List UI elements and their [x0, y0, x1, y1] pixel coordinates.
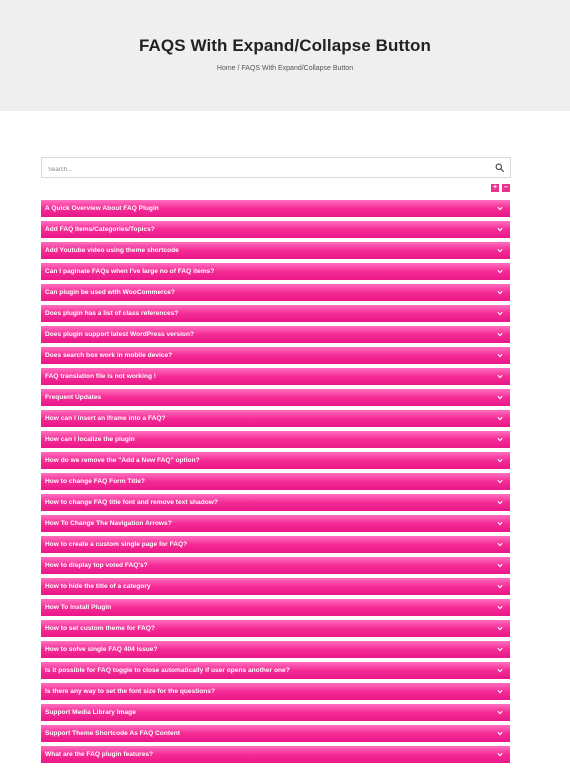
faq-question: Is there any way to set the font size fo… [45, 688, 216, 695]
faq-item[interactable]: Is there any way to set the font size fo… [41, 683, 510, 700]
faq-item[interactable]: Add FAQ Items/Categories/Topics? [41, 221, 510, 238]
chevron-down-icon [497, 290, 503, 295]
faq-question: How To Install Plugin [45, 604, 112, 611]
faq-question: How to set custom theme for FAQ? [45, 625, 155, 632]
faq-item[interactable]: Can I paginate FAQs when I've large no o… [41, 263, 510, 280]
faq-item[interactable]: Does plugin has a list of class referenc… [41, 305, 510, 322]
faq-question: How to change FAQ title font and remove … [45, 499, 218, 506]
faq-question: How can I localize the plugin [45, 436, 135, 443]
chevron-down-icon [497, 710, 503, 715]
chevron-down-icon [497, 521, 503, 526]
faq-question: Frequent Updates [45, 394, 102, 401]
faq-item[interactable]: FAQ translation file is not working ! [41, 368, 510, 385]
faq-item[interactable]: How to hide the title of a category [41, 578, 510, 595]
faq-question: Can I paginate FAQs when I've large no o… [45, 268, 215, 275]
expand-collapse-controls: + – [491, 184, 510, 192]
faq-item[interactable]: How to change FAQ title font and remove … [41, 494, 510, 511]
chevron-down-icon [497, 731, 503, 736]
faq-search-box [41, 157, 511, 180]
chevron-down-icon [497, 689, 503, 694]
breadcrumb-home-link[interactable]: Home [217, 65, 236, 72]
faq-item[interactable]: How to display top voted FAQ's? [41, 557, 510, 574]
faq-item[interactable]: How to set custom theme for FAQ? [41, 620, 510, 637]
faq-item[interactable]: A Quick Overview About FAQ Plugin [41, 200, 510, 217]
faq-list: A Quick Overview About FAQ Plugin Add FAQ… [41, 200, 510, 767]
faq-item[interactable]: Frequent Updates [41, 389, 510, 406]
faq-question: How do we remove the "Add a New FAQ" opt… [45, 457, 200, 464]
faq-item[interactable]: How can I insert an Iframe into a FAQ? [41, 410, 510, 427]
faq-question: Is it possible for FAQ toggle to close a… [45, 667, 290, 674]
faq-item[interactable]: How to change FAQ Form Title? [41, 473, 510, 490]
chevron-down-icon [497, 374, 503, 379]
chevron-down-icon [497, 248, 503, 253]
chevron-down-icon [497, 311, 503, 316]
faq-question: Add Youtube video using theme shortcode [45, 247, 179, 254]
faq-item[interactable]: Add Youtube video using theme shortcode [41, 242, 510, 259]
faq-question: Can plugin be used with WooCommerce? [45, 289, 175, 296]
collapse-all-button[interactable]: – [502, 184, 510, 192]
chevron-down-icon [497, 605, 503, 610]
search-input[interactable] [42, 160, 478, 180]
chevron-down-icon [497, 353, 503, 358]
faq-question: How to change FAQ Form Title? [45, 478, 145, 485]
chevron-down-icon [497, 668, 503, 673]
faq-item[interactable]: How To Install Plugin [41, 599, 510, 616]
faq-item[interactable]: Support Theme Shortcode As FAQ Content [41, 725, 510, 742]
faq-question: Does search box work in mobile device? [45, 352, 173, 359]
breadcrumb: Home / FAQS With Expand/Collapse Button [0, 65, 570, 72]
faq-question: Does plugin has a list of class referenc… [45, 310, 179, 317]
faq-item[interactable]: What are the FAQ plugin features? [41, 746, 510, 763]
chevron-down-icon [497, 227, 503, 232]
faq-question: FAQ translation file is not working ! [45, 373, 157, 380]
chevron-down-icon [497, 584, 503, 589]
chevron-down-icon [497, 563, 503, 568]
chevron-down-icon [497, 458, 503, 463]
faq-question: How To Change The Navigation Arrows? [45, 520, 172, 527]
faq-question: How to display top voted FAQ's? [45, 562, 148, 569]
faq-item[interactable]: Does plugin support latest WordPress ver… [41, 326, 510, 343]
chevron-down-icon [497, 437, 503, 442]
chevron-down-icon [497, 626, 503, 631]
breadcrumb-current: FAQS With Expand/Collapse Button [241, 65, 354, 72]
chevron-down-icon [497, 542, 503, 547]
faq-question: What are the FAQ plugin features? [45, 751, 154, 758]
page-title: FAQS With Expand/Collapse Button [138, 36, 432, 55]
chevron-down-icon [497, 395, 503, 400]
chevron-down-icon [497, 332, 503, 337]
faq-item[interactable]: How To Change The Navigation Arrows? [41, 515, 510, 532]
faq-item[interactable]: Is it possible for FAQ toggle to close a… [41, 662, 510, 679]
chevron-down-icon [497, 647, 503, 652]
faq-question: A Quick Overview About FAQ Plugin [45, 205, 159, 212]
faq-question: Support Media Library Image [45, 709, 136, 716]
chevron-down-icon [497, 479, 503, 484]
expand-all-button[interactable]: + [491, 184, 499, 192]
chevron-down-icon [497, 500, 503, 505]
faq-item[interactable]: Can plugin be used with WooCommerce? [41, 284, 510, 301]
faq-item[interactable]: How can I localize the plugin [41, 431, 510, 448]
faq-item[interactable]: How to create a custom single page for F… [41, 536, 510, 553]
faq-question: How to create a custom single page for F… [45, 541, 188, 548]
chevron-down-icon [497, 752, 503, 757]
faq-question: How to hide the title of a category [45, 583, 151, 590]
faq-question: Support Theme Shortcode As FAQ Content [45, 730, 180, 737]
faq-question: Add FAQ Items/Categories/Topics? [45, 226, 155, 233]
chevron-down-icon [497, 269, 503, 274]
chevron-down-icon [497, 416, 503, 421]
faq-item[interactable]: How do we remove the "Add a New FAQ" opt… [41, 452, 510, 469]
chevron-down-icon [497, 206, 503, 211]
faq-question: Does plugin support latest WordPress ver… [45, 331, 194, 338]
page-header: FAQS With Expand/Collapse Button Home / … [0, 0, 570, 111]
faq-question: How can I insert an Iframe into a FAQ? [45, 415, 166, 422]
faq-item[interactable]: Support Media Library Image [41, 704, 510, 721]
faq-item[interactable]: How to solve single FAQ 404 issue? [41, 641, 510, 658]
search-icon[interactable] [495, 163, 504, 172]
faq-item[interactable]: Does search box work in mobile device? [41, 347, 510, 364]
faq-question: How to solve single FAQ 404 issue? [45, 646, 158, 653]
